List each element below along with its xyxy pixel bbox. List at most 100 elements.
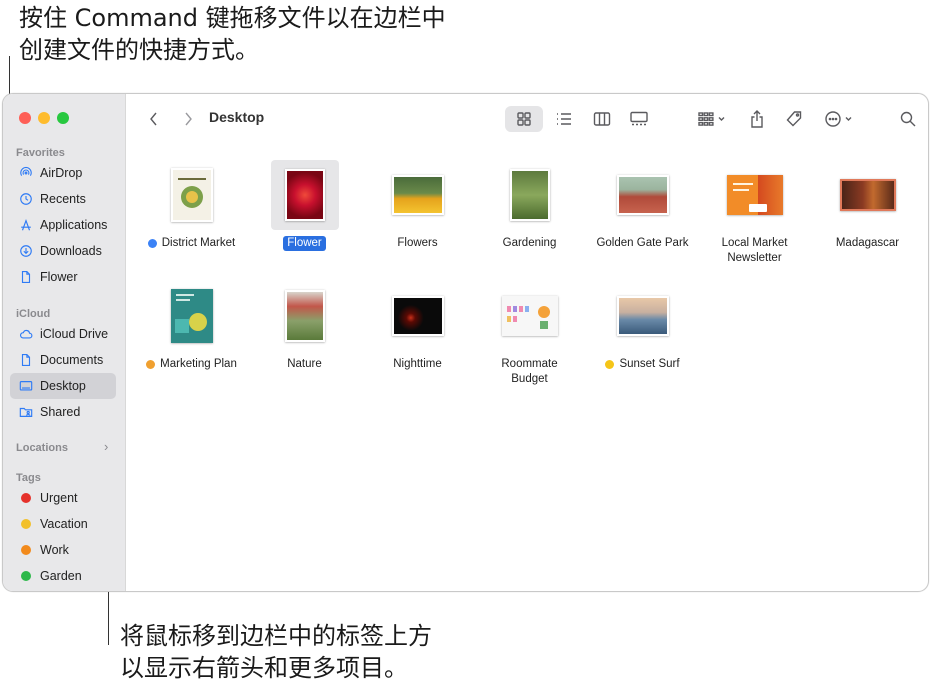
window-title: Desktop [209,109,265,125]
document-icon [18,269,34,285]
minimize-window-button[interactable] [38,112,50,124]
file-item[interactable]: Nature [248,281,361,372]
sidebar: Favorites AirDrop Recents Applications D… [3,94,126,591]
tag-color-dot [605,360,615,369]
download-icon [18,243,34,259]
sidebar-item-label: Documents [40,353,104,367]
search-icon[interactable] [895,106,921,132]
file-name: Madagascar [835,237,900,249]
favorites-header: Favorites [16,147,65,159]
file-name: Nighttime [393,358,442,370]
document-icon [18,352,34,368]
sidebar-item-label: Desktop [40,379,86,393]
icon-view-icon[interactable] [505,106,543,132]
file-item[interactable]: Golden Gate Park [586,160,699,251]
more-icon[interactable] [821,106,859,132]
file-thumbnail [135,281,248,351]
close-window-button[interactable] [19,112,31,124]
file-name: Sunset Surf [586,357,699,372]
file-thumbnail [698,160,811,230]
list-view-icon[interactable] [549,106,579,132]
file-grid: District Market Flower Flowers Gardening… [127,140,928,591]
file-item[interactable]: Sunset Surf [586,281,699,372]
sidebar-item-documents[interactable]: Documents [10,347,116,373]
group-icon[interactable] [693,106,731,132]
sidebar-tag-garden[interactable]: Garden [10,563,116,589]
file-thumbnail [811,160,924,230]
icloud-header: iCloud [16,308,51,320]
bottom-annotation-line1: 将鼠标移到边栏中的标签上方 [120,622,432,650]
bottom-annotation-line2: 以显示右箭头和更多项目。 [120,654,408,682]
back-icon[interactable] [143,106,165,132]
top-annotation-line2: 创建文件的快捷方式。 [19,36,259,64]
sidebar-item-icloud-drive[interactable]: iCloud Drive [10,321,116,347]
shared-folder-icon [18,404,34,420]
tag-color-dot [21,519,31,529]
file-thumbnail [473,281,586,351]
file-thumbnail [586,281,699,351]
file-item[interactable]: District Market [135,160,248,251]
sidebar-tag-urgent[interactable]: Urgent [10,485,116,511]
tag-color-dot [21,571,31,581]
file-name: District Market [135,236,248,251]
gallery-view-icon[interactable] [624,106,654,132]
cloud-icon [18,326,34,342]
file-thumbnail [248,281,361,351]
sidebar-item-recents[interactable]: Recents [10,186,116,212]
file-item[interactable]: Madagascar [811,160,924,251]
sidebar-item-label: Shared [40,405,81,419]
file-thumbnail [135,160,248,230]
file-name: Golden Gate Park [596,237,689,249]
file-thumbnail [361,160,474,230]
tag-icon[interactable] [781,106,807,132]
sidebar-item-label: iCloud Drive [40,327,109,341]
sidebar-item-label: Flower [40,270,78,284]
file-name: Marketing Plan [135,357,248,372]
file-item[interactable]: Flowers [361,160,474,251]
locations-header[interactable]: Locations [16,442,68,454]
file-item[interactable]: Local Market Newsletter [698,160,811,266]
sidebar-tag-work[interactable]: Work [10,537,116,563]
file-thumbnail [270,160,339,230]
sidebar-item-label: Downloads [40,244,102,258]
tag-color-dot [146,360,156,369]
share-icon[interactable] [745,106,769,132]
file-name: Flowers [397,237,438,249]
sidebar-item-label: Applications [40,218,108,232]
file-name: Roommate Budget [501,358,558,385]
forward-icon[interactable] [177,106,199,132]
file-name: Nature [287,358,322,370]
sidebar-item-flower[interactable]: Flower [10,264,116,290]
tags-header: Tags [16,472,41,484]
applications-icon [18,217,34,233]
file-thumbnail [473,160,586,230]
file-item[interactable]: Flower [248,160,361,251]
sidebar-item-label: Recents [40,192,86,206]
chevron-right-icon[interactable]: › [104,439,108,454]
sidebar-item-label: AirDrop [40,166,83,180]
sidebar-item-applications[interactable]: Applications [10,212,116,238]
sidebar-item-airdrop[interactable]: AirDrop [10,160,116,186]
bottom-annotation: 将鼠标移到边栏中的标签上方 以显示右箭头和更多项目。 [120,620,540,684]
file-item[interactable]: Nighttime [361,281,474,372]
sidebar-tag-vacation[interactable]: Vacation [10,511,116,537]
zoom-window-button[interactable] [57,112,69,124]
top-annotation-line1: 按住 Command 键拖移文件以在边栏中 [19,4,446,32]
file-name: Gardening [502,237,557,249]
sidebar-item-shared[interactable]: Shared [10,399,116,425]
tag-color-dot [21,545,31,555]
sidebar-item-label: Garden [40,569,82,583]
tag-color-dot [21,493,31,503]
column-view-icon[interactable] [587,106,617,132]
file-item[interactable]: Gardening [473,160,586,251]
sidebar-item-label: Urgent [40,491,78,505]
sidebar-item-label: Work [40,543,69,557]
file-item[interactable]: Roommate Budget [473,281,586,387]
finder-window: Favorites AirDrop Recents Applications D… [2,93,929,592]
tag-color-dot [147,239,157,248]
file-name: Flower [248,236,361,251]
sidebar-item-desktop[interactable]: Desktop [10,373,116,399]
sidebar-item-downloads[interactable]: Downloads [10,238,116,264]
file-item[interactable]: Marketing Plan [135,281,248,372]
toolbar: Desktop [127,94,928,140]
